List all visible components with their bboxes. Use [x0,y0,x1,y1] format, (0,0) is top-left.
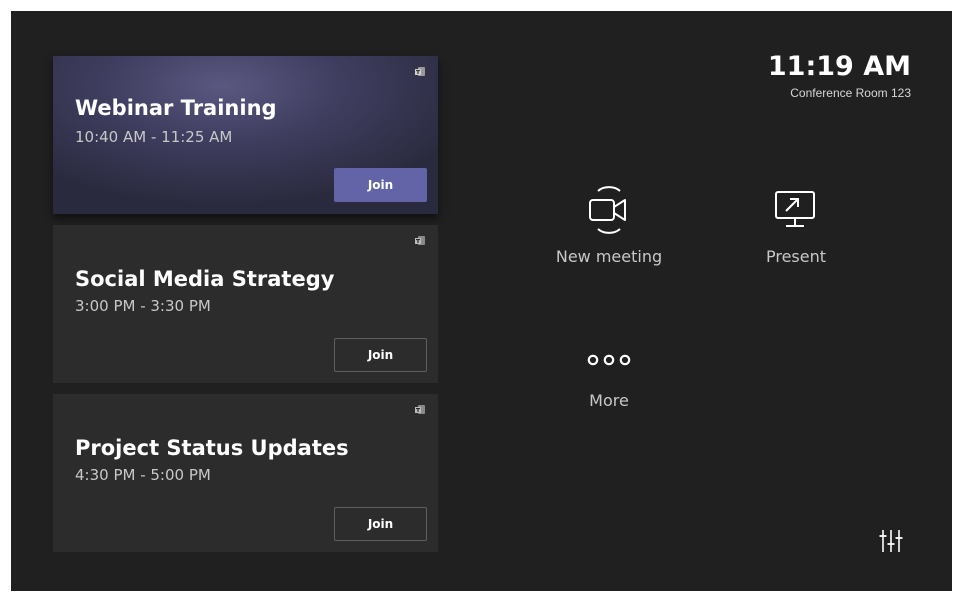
more-button[interactable]: More [539,345,679,410]
more-label: More [589,391,629,410]
teams-icon [415,67,425,76]
meeting-time: 3:00 PM - 3:30 PM [75,297,211,315]
meeting-title: Webinar Training [75,96,277,120]
meeting-card-webinar-training[interactable]: Webinar Training 10:40 AM - 11:25 AM Joi… [53,56,438,214]
new-meeting-label: New meeting [555,247,663,266]
meeting-title: Project Status Updates [75,436,349,460]
clock-panel: 11:19 AM Conference Room 123 [767,51,911,101]
meeting-time: 10:40 AM - 11:25 AM [75,128,233,146]
current-time: 11:19 AM [767,51,911,82]
join-button[interactable]: Join [334,507,427,541]
join-button[interactable]: Join [334,338,427,372]
meeting-card-project-status-updates[interactable]: Project Status Updates 4:30 PM - 5:00 PM… [53,394,438,552]
room-name: Conference Room 123 [790,86,911,100]
room-console-screen: Webinar Training 10:40 AM - 11:25 AM Joi… [11,11,952,591]
settings-button[interactable] [875,526,907,556]
meeting-time: 4:30 PM - 5:00 PM [75,466,211,484]
settings-sliders-icon [879,530,903,552]
meeting-card-social-media-strategy[interactable]: Social Media Strategy 3:00 PM - 3:30 PM … [53,225,438,383]
present-button[interactable]: Present [726,187,866,266]
screen-share-icon [775,191,815,227]
teams-icon [415,236,425,245]
teams-icon [415,405,425,414]
new-meeting-button[interactable]: New meeting [539,183,679,266]
present-label: Present [765,247,827,266]
video-camera-icon [589,186,626,234]
more-icon [587,354,631,366]
join-button[interactable]: Join [334,168,427,202]
meeting-title: Social Media Strategy [75,267,335,291]
